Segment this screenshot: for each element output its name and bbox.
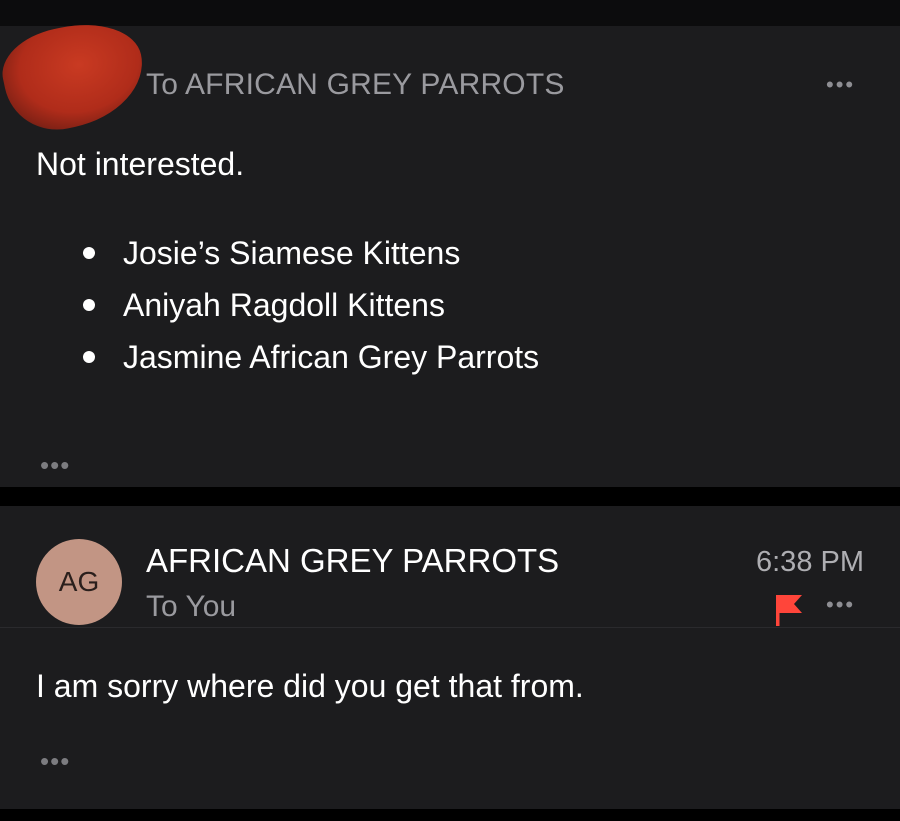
divider [0,627,900,628]
show-quoted-text-button[interactable]: ••• [40,748,70,774]
more-options-button[interactable]: ••• [826,594,855,616]
sender-name: AFRICAN GREY PARROTS [146,542,560,579]
flag-icon[interactable] [774,593,804,627]
message-time: 6:38 PM [756,546,864,578]
recipient-line: To AFRICAN GREY PARROTS [146,68,565,101]
more-options-button[interactable]: ••• [826,74,855,96]
list-item: Jasmine African Grey Parrots [36,335,539,387]
list-item-text: Aniyah Ragdoll Kittens [123,287,445,323]
bullet-icon [83,299,95,311]
bullet-icon [83,247,95,259]
message-body: Not interested. [36,146,245,182]
redaction-mark [0,12,153,140]
list-item: Aniyah Ragdoll Kittens [36,283,539,335]
recipient-line: To You [146,590,237,623]
bullet-list: Josie’s Siamese Kittens Aniyah Ragdoll K… [36,231,539,387]
show-quoted-text-button[interactable]: ••• [40,452,70,478]
message-body: I am sorry where did you get that from. [36,668,584,704]
message-card-previous[interactable]: To AFRICAN GREY PARROTS ••• Not interest… [0,12,900,487]
list-item: Josie’s Siamese Kittens [36,231,539,283]
list-item-text: Josie’s Siamese Kittens [123,235,461,271]
top-bar [0,0,900,26]
avatar[interactable]: AG [36,539,122,625]
list-item-text: Jasmine African Grey Parrots [123,339,540,375]
bullet-icon [83,351,95,363]
